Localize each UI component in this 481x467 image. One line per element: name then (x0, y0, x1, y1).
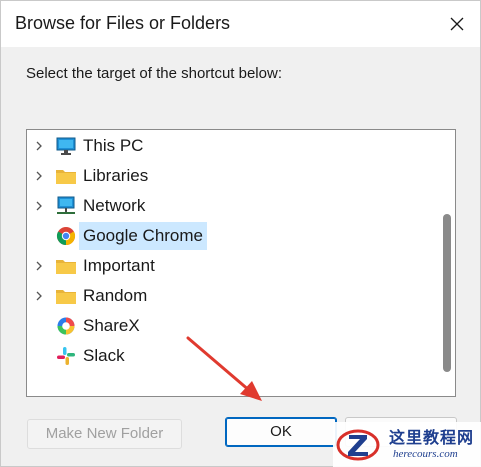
close-icon (450, 17, 464, 31)
vertical-scrollbar[interactable] (443, 214, 451, 372)
chevron-right-icon[interactable] (33, 200, 45, 212)
tree-item-google-chrome[interactable]: Google Chrome (27, 222, 435, 250)
tree-item-label: ShareX (83, 316, 140, 335)
tree-item-label: This PC (83, 136, 144, 155)
tree-item-label: Random (83, 286, 148, 305)
tree-item-important[interactable]: Important (27, 252, 435, 280)
folder-tree[interactable]: This PC Libraries Network Google Chrome … (26, 129, 456, 397)
tree-item-label: Important (83, 256, 155, 275)
tree-item-label: Slack (83, 346, 125, 365)
sharex-icon (57, 317, 75, 335)
make-new-folder-button[interactable]: Make New Folder (27, 419, 182, 449)
folder-icon (56, 290, 76, 304)
chevron-right-icon[interactable] (33, 260, 45, 272)
dialog-title: Browse for Files or Folders (15, 13, 231, 33)
network-icon (57, 196, 75, 214)
tree-item-this-pc[interactable]: This PC (27, 132, 435, 160)
tree-item-label: Libraries (83, 166, 149, 185)
browse-dialog: Browse for Files or Folders Select the t… (0, 0, 481, 467)
chevron-right-icon[interactable] (33, 170, 45, 182)
slack-icon (57, 347, 75, 365)
tree-item-label: Network (83, 196, 146, 215)
folder-icon (56, 170, 76, 184)
tree-item-sharex[interactable]: ShareX (27, 312, 435, 340)
chevron-right-icon[interactable] (33, 140, 45, 152)
watermark: 这里教程网 herecours.com (333, 422, 481, 467)
ok-button[interactable]: OK (225, 417, 337, 447)
tree-item-network[interactable]: Network (27, 192, 435, 220)
chrome-icon (56, 227, 76, 245)
instruction-text: Select the target of the shortcut below: (26, 65, 282, 82)
tree-item-libraries[interactable]: Libraries (27, 162, 435, 190)
tree-item-slack[interactable]: Slack (27, 342, 435, 370)
chevron-right-icon[interactable] (33, 290, 45, 302)
watermark-title: 这里教程网 (389, 428, 475, 447)
title-bar: Browse for Files or Folders (1, 1, 480, 47)
tree-item-random[interactable]: Random (27, 282, 435, 310)
folder-icon (56, 260, 76, 274)
close-button[interactable] (442, 9, 472, 39)
watermark-logo-icon (336, 429, 380, 461)
tree-item-label: Google Chrome (79, 222, 208, 250)
watermark-url: herecours.com (393, 448, 458, 460)
monitor-icon (56, 137, 76, 155)
